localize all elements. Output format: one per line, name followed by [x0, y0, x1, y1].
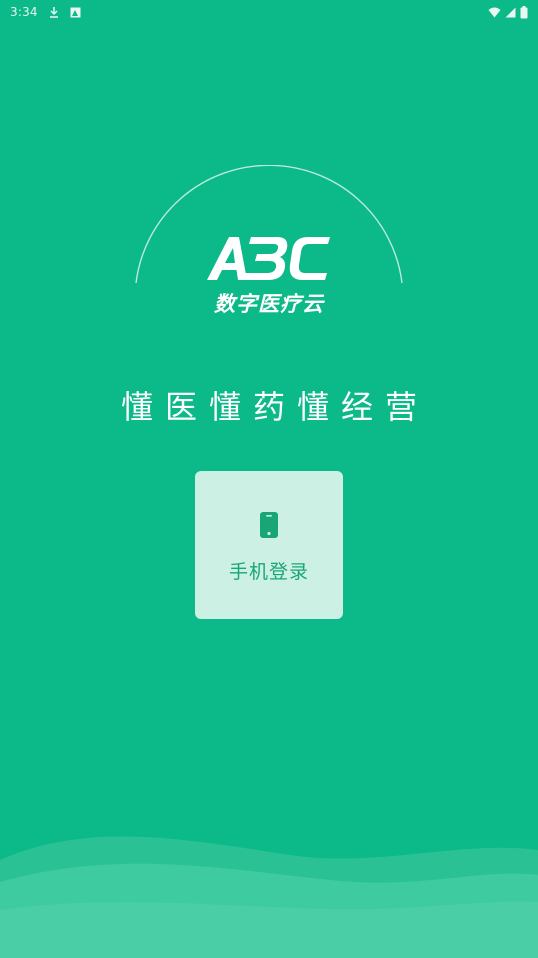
bottom-waves: [0, 836, 538, 958]
download-icon: [49, 7, 58, 18]
status-right: [488, 5, 528, 19]
phone-login-label: 手机登录: [228, 561, 309, 583]
wifi-icon: [488, 7, 501, 17]
signal-icon: [505, 7, 516, 17]
status-bar: 3:34: [0, 0, 538, 24]
status-time: 3:34: [10, 5, 38, 19]
abc-logo-mark: [207, 237, 330, 280]
brand-logo: 数字医疗云: [203, 232, 335, 318]
battery-icon: [520, 5, 528, 18]
phone-icon: [260, 512, 278, 538]
brand-subtitle: 数字医疗云: [214, 292, 324, 316]
image-icon: [70, 7, 81, 17]
slogan: 懂医懂药懂经营: [120, 388, 429, 426]
status-left: 3:34: [10, 5, 81, 19]
phone-login-button[interactable]: 手机登录: [195, 471, 343, 619]
